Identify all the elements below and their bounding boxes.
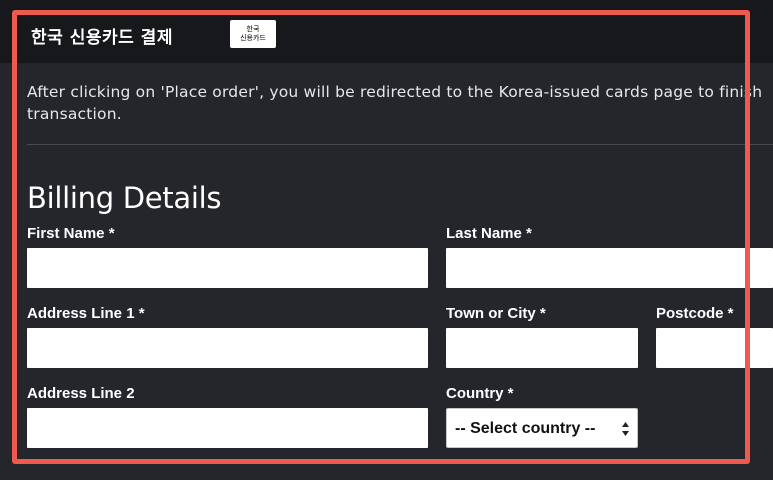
payment-method-title: 한국 신용카드 결제 [31,28,173,48]
payment-method-header[interactable]: 한국 신용카드 결제 한국 신용카드 [0,0,773,63]
billing-details-title: Billing Details [27,181,222,215]
address-line1-label: Address Line 1 * [27,305,145,322]
first-name-field[interactable] [27,248,428,288]
checkout-page: 한국 신용카드 결제 한국 신용카드 After clicking on 'Pl… [0,0,773,480]
country-select-value: -- Select country -- [455,420,596,437]
address-line1-field[interactable] [27,328,428,368]
town-city-field[interactable] [446,328,638,368]
divider [27,144,773,145]
country-select[interactable]: -- Select country -- [446,408,638,448]
first-name-label: First Name * [27,225,115,242]
card-logo-icon: 한국 신용카드 [230,20,276,48]
card-logo-line1: 한국 [246,25,260,33]
country-label: Country * [446,385,514,402]
last-name-label: Last Name * [446,225,532,242]
select-arrows-icon [622,422,629,436]
town-city-label: Town or City * [446,305,546,322]
postcode-field[interactable] [656,328,773,368]
redirect-notice-line1: After clicking on 'Place order', you wil… [27,83,763,101]
address-line2-label: Address Line 2 [27,385,135,402]
address-line2-field[interactable] [27,408,428,448]
card-logo-line2: 신용카드 [240,34,266,42]
redirect-notice-line2: transaction. [27,105,122,123]
last-name-field[interactable] [446,248,773,288]
redirect-notice: After clicking on 'Place order', you wil… [27,81,773,125]
postcode-label: Postcode * [656,305,734,322]
